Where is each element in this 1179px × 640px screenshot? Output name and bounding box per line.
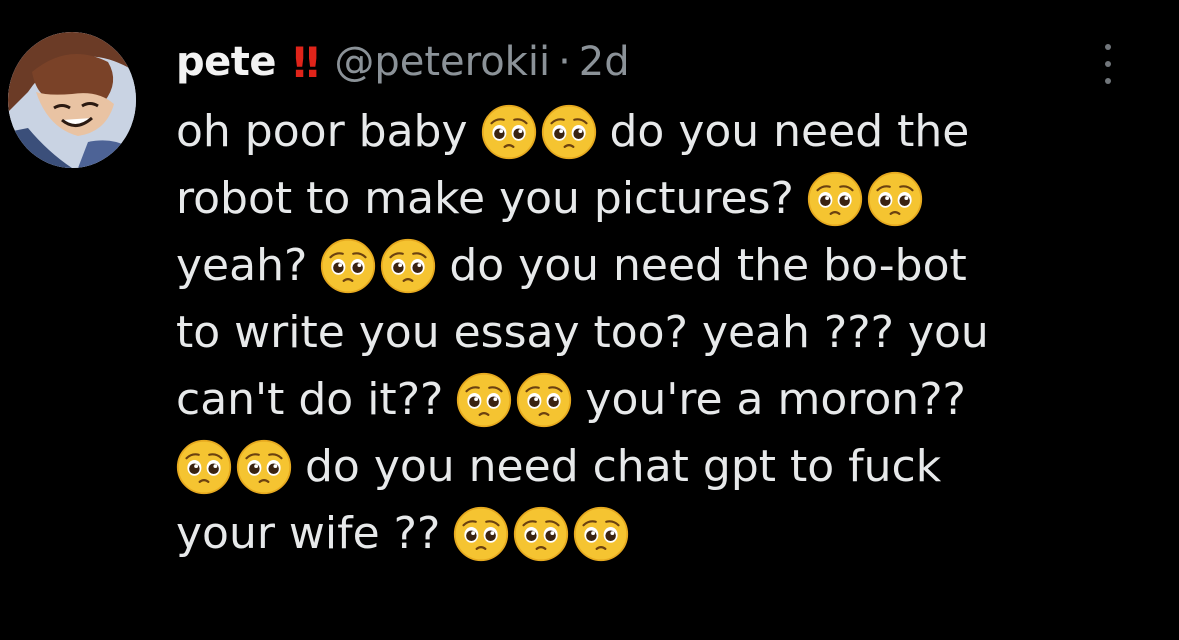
pleading-face-icon bbox=[236, 439, 292, 495]
emoji-pair bbox=[481, 104, 597, 160]
tweet-header: pete !! @peterokii · 2d bbox=[176, 30, 630, 94]
post-time[interactable]: 2d bbox=[579, 39, 630, 85]
tweet-line: to write you essay too? yeah ??? you bbox=[176, 299, 1156, 366]
text-run: do you need the bbox=[609, 106, 970, 157]
tweet-line: your wife ?? bbox=[176, 500, 1156, 567]
pleading-face-icon bbox=[176, 439, 232, 495]
text-run: to write you essay too? yeah ??? you bbox=[176, 307, 989, 358]
pleading-face-icon bbox=[867, 171, 923, 227]
emoji-triple bbox=[453, 506, 629, 562]
user-handle[interactable]: @peterokii bbox=[334, 39, 550, 85]
text-run: robot to make you pictures? bbox=[176, 173, 794, 224]
emoji-pair bbox=[807, 171, 923, 227]
text-run: yeah? bbox=[176, 240, 308, 291]
text-run: your wife ?? bbox=[176, 508, 441, 559]
pleading-face-icon bbox=[453, 506, 509, 562]
pleading-face-icon bbox=[320, 238, 376, 294]
tweet: pete !! @peterokii · 2d oh poor baby do … bbox=[0, 0, 1179, 640]
text-run: do you need the bo-bot bbox=[449, 240, 967, 291]
tweet-line: yeah? do you need the bo-bot bbox=[176, 232, 1156, 299]
emoji-pair bbox=[456, 372, 572, 428]
more-vertical-icon[interactable] bbox=[1097, 44, 1119, 84]
pleading-face-icon bbox=[481, 104, 537, 160]
double-exclamation-badge: !! bbox=[290, 37, 322, 87]
more-dot bbox=[1105, 78, 1111, 84]
pleading-face-icon bbox=[456, 372, 512, 428]
tweet-line: do you need chat gpt to fu ck bbox=[176, 433, 1156, 500]
text-run: do you need chat gpt to fu bbox=[305, 441, 892, 492]
text-run: ck bbox=[891, 441, 942, 492]
pleading-face-icon bbox=[807, 171, 863, 227]
pleading-face-icon bbox=[541, 104, 597, 160]
pleading-face-icon bbox=[516, 372, 572, 428]
emoji-pair bbox=[320, 238, 436, 294]
pleading-face-icon bbox=[573, 506, 629, 562]
text-run: oh poor baby bbox=[176, 106, 468, 157]
text-run: can't do it?? bbox=[176, 374, 444, 425]
pleading-face-icon bbox=[380, 238, 436, 294]
text-run: you're a moron?? bbox=[585, 374, 966, 425]
more-dot bbox=[1105, 44, 1111, 50]
tweet-line: robot to make you pictures? bbox=[176, 165, 1156, 232]
tweet-line: oh poor baby do you need the bbox=[176, 98, 1156, 165]
emoji-pair bbox=[176, 439, 292, 495]
display-name[interactable]: pete bbox=[176, 39, 277, 85]
pleading-face-icon bbox=[513, 506, 569, 562]
tweet-text: oh poor baby do you need the robot to ma… bbox=[176, 98, 1156, 567]
tweet-line: can't do it?? you're a moron?? bbox=[176, 366, 1156, 433]
more-dot bbox=[1105, 61, 1111, 67]
separator-dot: · bbox=[558, 39, 571, 85]
avatar[interactable] bbox=[8, 32, 136, 168]
